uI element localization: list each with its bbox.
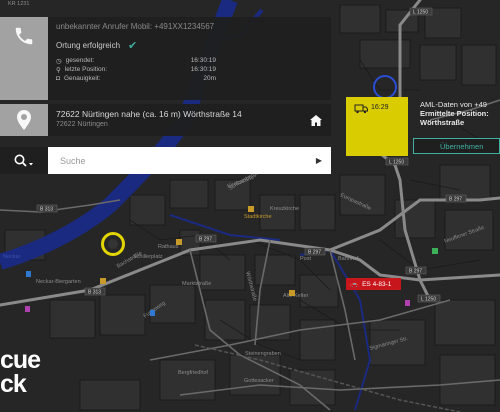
map-label-bahnhof: Bahnhof	[338, 256, 359, 262]
svg-text:B 313: B 313	[88, 290, 101, 296]
svg-text:L 1250: L 1250	[389, 160, 404, 166]
row-sent: ◷ gesendet: 16:30:19	[56, 56, 323, 65]
search-icon	[14, 154, 33, 167]
svg-text:B 297: B 297	[199, 237, 212, 243]
row-value: 20m	[203, 75, 216, 82]
svg-text:B 297: B 297	[449, 197, 462, 203]
map-label-steinengraben: Steinengraben	[245, 351, 281, 357]
road-badge-b313-b: B 313	[84, 287, 106, 296]
road-badge-b297-a: B 297	[195, 234, 217, 243]
map-label-kr: KR 1231	[8, 1, 29, 7]
row-value: 16:30:19	[190, 57, 216, 64]
map-label-stadtkirche: Stadtkirche	[244, 214, 272, 220]
row-label: letzte Position:	[64, 66, 108, 73]
vehicle-tag[interactable]: 🚗 ES 4-83-1	[346, 278, 401, 290]
row-label: Genauigkeit:	[63, 75, 101, 82]
aml-line-1: AML-Daten von +49	[420, 100, 487, 109]
road-badge-b297-c: B 297	[405, 266, 427, 275]
svg-text:L 1250: L 1250	[413, 10, 428, 16]
address-panel: 72622 Nürtingen nahe (ca. 16 m) Wörthstr…	[0, 104, 331, 136]
location-pin-icon: ⚲	[56, 66, 61, 74]
clock-icon: ◷	[56, 57, 62, 65]
map-label-neckar: Neckar	[3, 254, 21, 260]
aml-time: 16:29	[371, 104, 389, 111]
map-label-post: Post	[300, 256, 311, 262]
phone-icon	[0, 17, 48, 100]
map-label-neckar-biergarten: Neckar-Biergarten	[36, 279, 81, 285]
road-badge-l1250-a: L 1250	[409, 7, 433, 16]
road-badge-b313-a: B 313	[36, 204, 58, 213]
vehicle-icon	[354, 101, 368, 119]
caller-location-marker[interactable]	[101, 232, 125, 256]
map-label-kreuzkirche: Kreuzkirche	[270, 206, 299, 212]
road-badge-b297-b: B 297	[445, 194, 467, 203]
row-value: 16:30:19	[190, 66, 216, 73]
check-icon: ✔	[128, 40, 138, 52]
vehicle-label: ES 4-83-1	[362, 280, 392, 288]
row-label: gesendet:	[65, 57, 95, 64]
address-main: 72622 Nürtingen nahe (ca. 16 m) Wörthstr…	[56, 109, 242, 119]
app-logo: cue ck	[0, 346, 41, 398]
search-button[interactable]	[0, 147, 48, 174]
row-accuracy: ◘ Genauigkeit: 20m	[56, 74, 323, 83]
map-pin-icon	[0, 104, 48, 136]
aml-info: AML-Daten von +49 Ermittelte Position: W…	[420, 100, 500, 127]
map-label-bergfriedhof: Bergfriedhof	[178, 370, 208, 376]
map-label-alte-kelter: Alte Kelter	[283, 293, 309, 299]
home-icon[interactable]	[301, 104, 331, 136]
map-label-gottesacker: Gottesacker	[244, 378, 274, 384]
caller-panel: unbekannter Anrufer Mobil: +491XX1234567…	[0, 17, 331, 100]
road-badge-b297-d: B 297	[304, 247, 326, 256]
aml-line-2: Ermittelte Position:	[420, 109, 489, 118]
row-last-position: ⚲ letzte Position: 16:30:19	[56, 65, 323, 74]
svg-text:L 1250: L 1250	[421, 297, 436, 303]
logo-line-2: ck	[0, 370, 27, 398]
map-label-marktstrasse: Marktstraße	[182, 281, 211, 287]
logo-line-1: cue	[0, 346, 41, 374]
map-label-schillerplatz: Schillerplatz	[133, 254, 163, 260]
location-status: Ortung erfolgreich ✔	[56, 39, 323, 52]
svg-text:B 297: B 297	[409, 269, 422, 275]
aml-location-box[interactable]: 16:29	[346, 97, 408, 156]
location-status-label: Ortung erfolgreich	[56, 41, 121, 50]
caller-title: unbekannter Anrufer Mobil: +491XX1234567	[56, 22, 215, 31]
address-sub: 72622 Nürtingen	[56, 121, 108, 128]
search-bar: ▶	[48, 147, 331, 174]
search-submit-icon[interactable]: ▶	[307, 156, 331, 165]
svg-text:B 313: B 313	[40, 207, 53, 213]
search-input[interactable]	[48, 147, 307, 174]
svg-text:B 297: B 297	[308, 250, 321, 256]
road-badge-l1250-b: L 1250	[385, 157, 409, 166]
car-icon: 🚗	[350, 281, 359, 288]
accept-button[interactable]: Übernehmen	[413, 138, 500, 154]
aml-line-3: Wörthstraße	[420, 118, 465, 127]
map-label-rathaus: Rathaus	[158, 244, 179, 250]
accuracy-icon: ◘	[56, 75, 60, 82]
road-badge-l1250-c: L 1250	[417, 294, 441, 303]
